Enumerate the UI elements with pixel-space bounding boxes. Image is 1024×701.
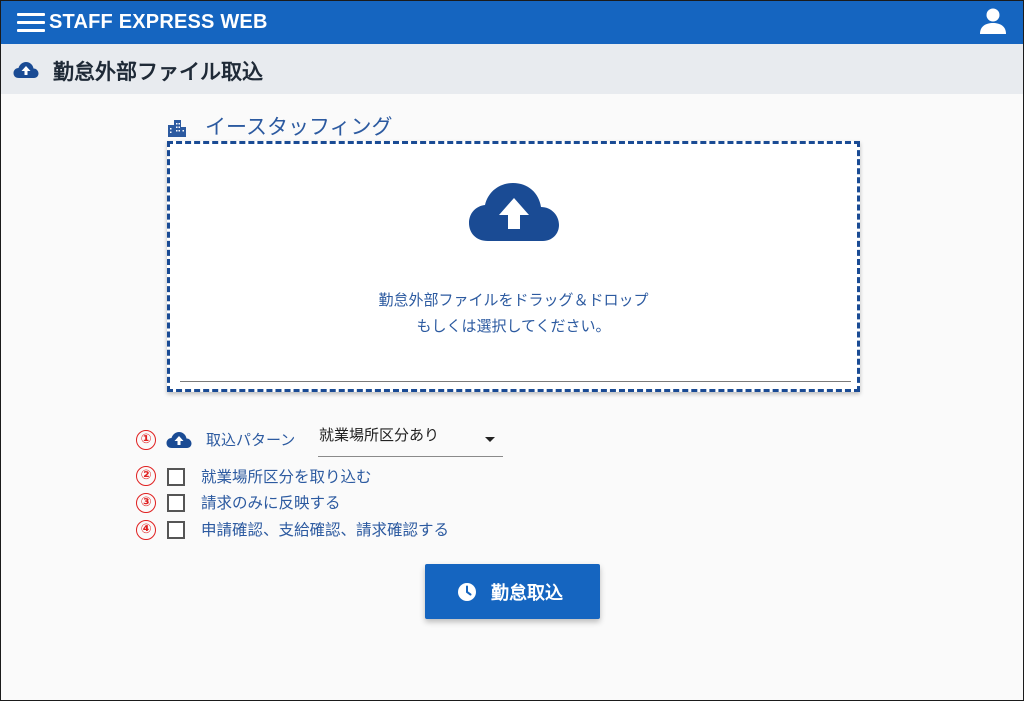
import-location-label[interactable]: 就業場所区分を取り込む bbox=[201, 465, 372, 487]
cloud-upload-icon bbox=[468, 181, 560, 245]
hamburger-menu-icon[interactable] bbox=[17, 13, 45, 33]
clock-icon bbox=[457, 582, 477, 602]
marker-number: ④ bbox=[136, 520, 156, 540]
app-title: STAFF EXPRESS WEB bbox=[49, 11, 268, 33]
dropzone-divider bbox=[180, 381, 851, 382]
caret-down-icon bbox=[485, 437, 495, 442]
import-button-label: 勤怠取込 bbox=[491, 583, 563, 604]
import-button[interactable]: 勤怠取込 bbox=[425, 564, 600, 619]
company-name: イースタッフィング bbox=[205, 115, 393, 139]
cloud-upload-icon bbox=[13, 61, 39, 79]
pattern-label: 取込パターン bbox=[206, 431, 296, 449]
billing-only-checkbox[interactable] bbox=[167, 494, 185, 512]
confirm-all-checkbox[interactable] bbox=[167, 521, 185, 539]
marker-number: ③ bbox=[136, 493, 156, 513]
import-location-checkbox[interactable] bbox=[167, 468, 185, 486]
building-icon bbox=[167, 119, 187, 137]
page-header: 勤怠外部ファイル取込 bbox=[1, 44, 1023, 94]
billing-only-label[interactable]: 請求のみに反映する bbox=[201, 491, 341, 513]
pattern-select[interactable]: 就業場所区分あり bbox=[318, 421, 503, 457]
file-dropzone[interactable]: 勤怠外部ファイルをドラッグ＆ドロップ もしくは選択してください。 bbox=[167, 141, 860, 392]
marker-number: ② bbox=[136, 466, 156, 486]
dropzone-instruction-sub: もしくは選択してください。 bbox=[416, 317, 611, 335]
marker-number: ① bbox=[136, 430, 156, 450]
app-bar: STAFF EXPRESS WEB bbox=[1, 1, 1023, 44]
page-title: 勤怠外部ファイル取込 bbox=[53, 60, 263, 84]
pattern-select-value: 就業場所区分あり bbox=[319, 426, 440, 444]
user-icon[interactable] bbox=[979, 7, 1007, 35]
dropzone-instruction: 勤怠外部ファイルをドラッグ＆ドロップ bbox=[378, 291, 649, 309]
confirm-all-label[interactable]: 申請確認、支給確認、請求確認する bbox=[201, 518, 449, 540]
cloud-upload-icon bbox=[166, 431, 192, 449]
